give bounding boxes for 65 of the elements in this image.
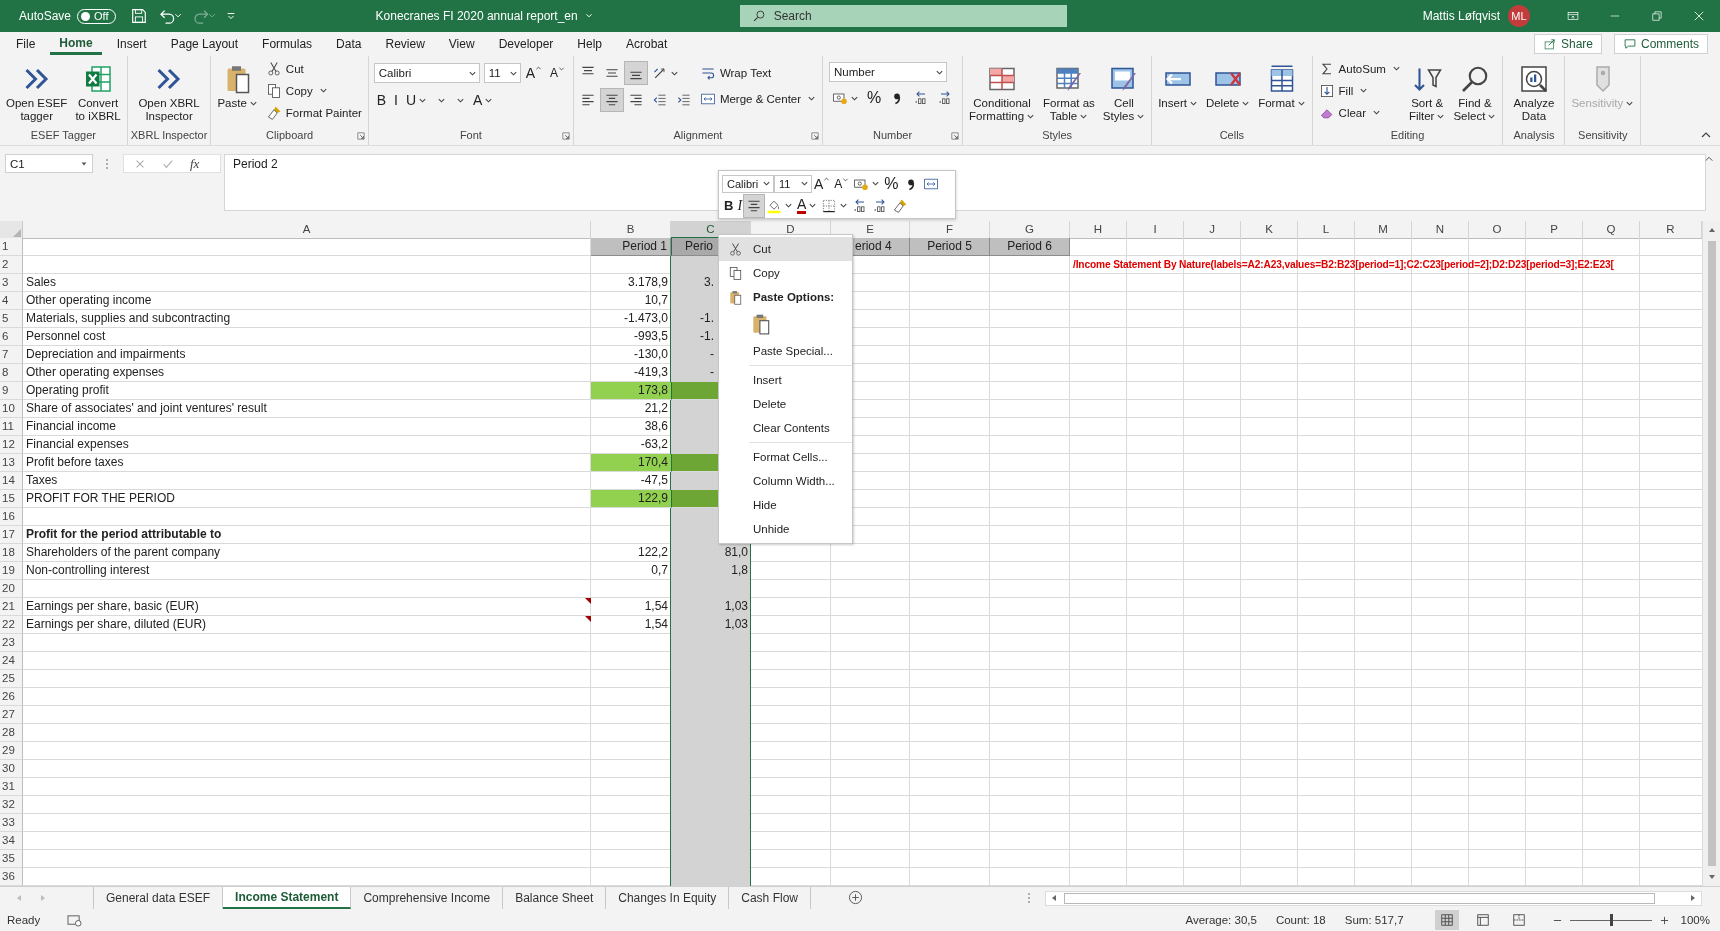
table-cell-text: 38,6	[643, 418, 669, 435]
group-label: Clipboard	[266, 129, 314, 143]
table-cell: Period 6	[990, 238, 1070, 256]
table-cell-text: 81,0	[723, 544, 749, 561]
table-cell-text: Financial expenses	[25, 436, 130, 453]
table-cell-text: Share of associates' and joint ventures' result	[25, 400, 268, 417]
table-cell-text: -63,2	[639, 436, 669, 453]
group-label: Alignment	[673, 129, 723, 143]
table-cell-text: Depreciation and impairments	[25, 346, 187, 363]
table-cell-text: Sales	[25, 274, 58, 291]
table-cell-text: Personnel cost	[25, 328, 107, 345]
table-cell-text: -993,5	[632, 328, 669, 345]
table-cell-text: 21,2	[643, 400, 669, 417]
table-cell-text: -419,3	[632, 364, 669, 381]
table-cell-text: Other operating income	[25, 292, 153, 309]
table-cell-text: /Income Statement By Nature(labels=A2:A23,values=B2:B23[period=1];C2:C23[period=2];D2:D23[period=3];E2:E23[	[1072, 258, 1615, 272]
status-average: Average: 30,5	[1185, 914, 1257, 926]
table-cell-text: Profit for the period attributable to	[25, 526, 223, 543]
table-cell: Period 5	[910, 238, 990, 256]
status-count: Count: 18	[1275, 914, 1326, 926]
table-cell: Period 1	[591, 238, 671, 256]
table-cell: 170,4	[591, 454, 671, 472]
table-cell-text: -130,0	[632, 346, 669, 363]
table-cell-text: 3.178,9	[626, 274, 669, 291]
group-label: Sensitivity	[1578, 129, 1628, 143]
group-label: Analysis	[1513, 129, 1555, 143]
group-label: Font	[459, 129, 482, 143]
group-label: Styles	[1042, 129, 1073, 143]
table-cell: 173,8	[591, 382, 671, 400]
status-text: Ready	[7, 914, 41, 926]
table-cell-text: -1.473,0	[622, 310, 669, 327]
table-cell: Earnings per share, diluted (EUR)	[23, 616, 591, 634]
table-cell-text: 1,03	[723, 598, 749, 615]
table-cell-text: -	[709, 364, 715, 381]
table-cell-text: -	[709, 346, 715, 363]
table-cell-text: Financial income	[25, 418, 118, 435]
group-label: XBRL Inspector	[130, 129, 208, 143]
table-cell-text: Shareholders of the parent company	[25, 544, 222, 561]
status-sum: Sum: 517,7	[1344, 914, 1404, 926]
table-cell-text: 10,7	[643, 292, 669, 309]
table-cell-text: Non-controlling interest	[25, 562, 151, 579]
table-cell-text: 1,8	[730, 562, 749, 579]
table-cell-text: 1,54	[643, 616, 669, 633]
table-cell: 122,9	[591, 490, 671, 508]
table-cell: Earnings per share, basic (EUR)	[23, 598, 591, 616]
table-cell-text: -47,5	[639, 472, 669, 489]
table-cell-text: Materials, supplies and subcontracting	[25, 310, 232, 327]
table-cell-text: Profit before taxes	[25, 454, 125, 471]
autosave-label: AutoSave	[19, 9, 72, 23]
table-cell-text: -1.	[699, 328, 715, 345]
table-cell-text: Taxes	[25, 472, 59, 489]
group-label: Number	[873, 129, 913, 143]
group-label: ESEF Tagger	[30, 129, 96, 143]
table-cell-text: 1,03	[723, 616, 749, 633]
group-label: Cells	[1219, 129, 1245, 143]
table-cell-text: PROFIT FOR THE PERIOD	[25, 490, 176, 507]
table-cell-text: 3.	[703, 274, 715, 291]
table-cell-text: 122,2	[636, 544, 669, 561]
menu-heading: Paste Options:	[753, 291, 835, 303]
table-cell-text: Other operating expenses	[25, 364, 166, 381]
group-label: Editing	[1390, 129, 1425, 143]
table-cell-text: 0,7	[650, 562, 669, 579]
table-cell-text: Operating profit	[25, 382, 110, 399]
table-cell-text: -1.	[699, 310, 715, 327]
table-cell-text: 1,54	[643, 598, 669, 615]
